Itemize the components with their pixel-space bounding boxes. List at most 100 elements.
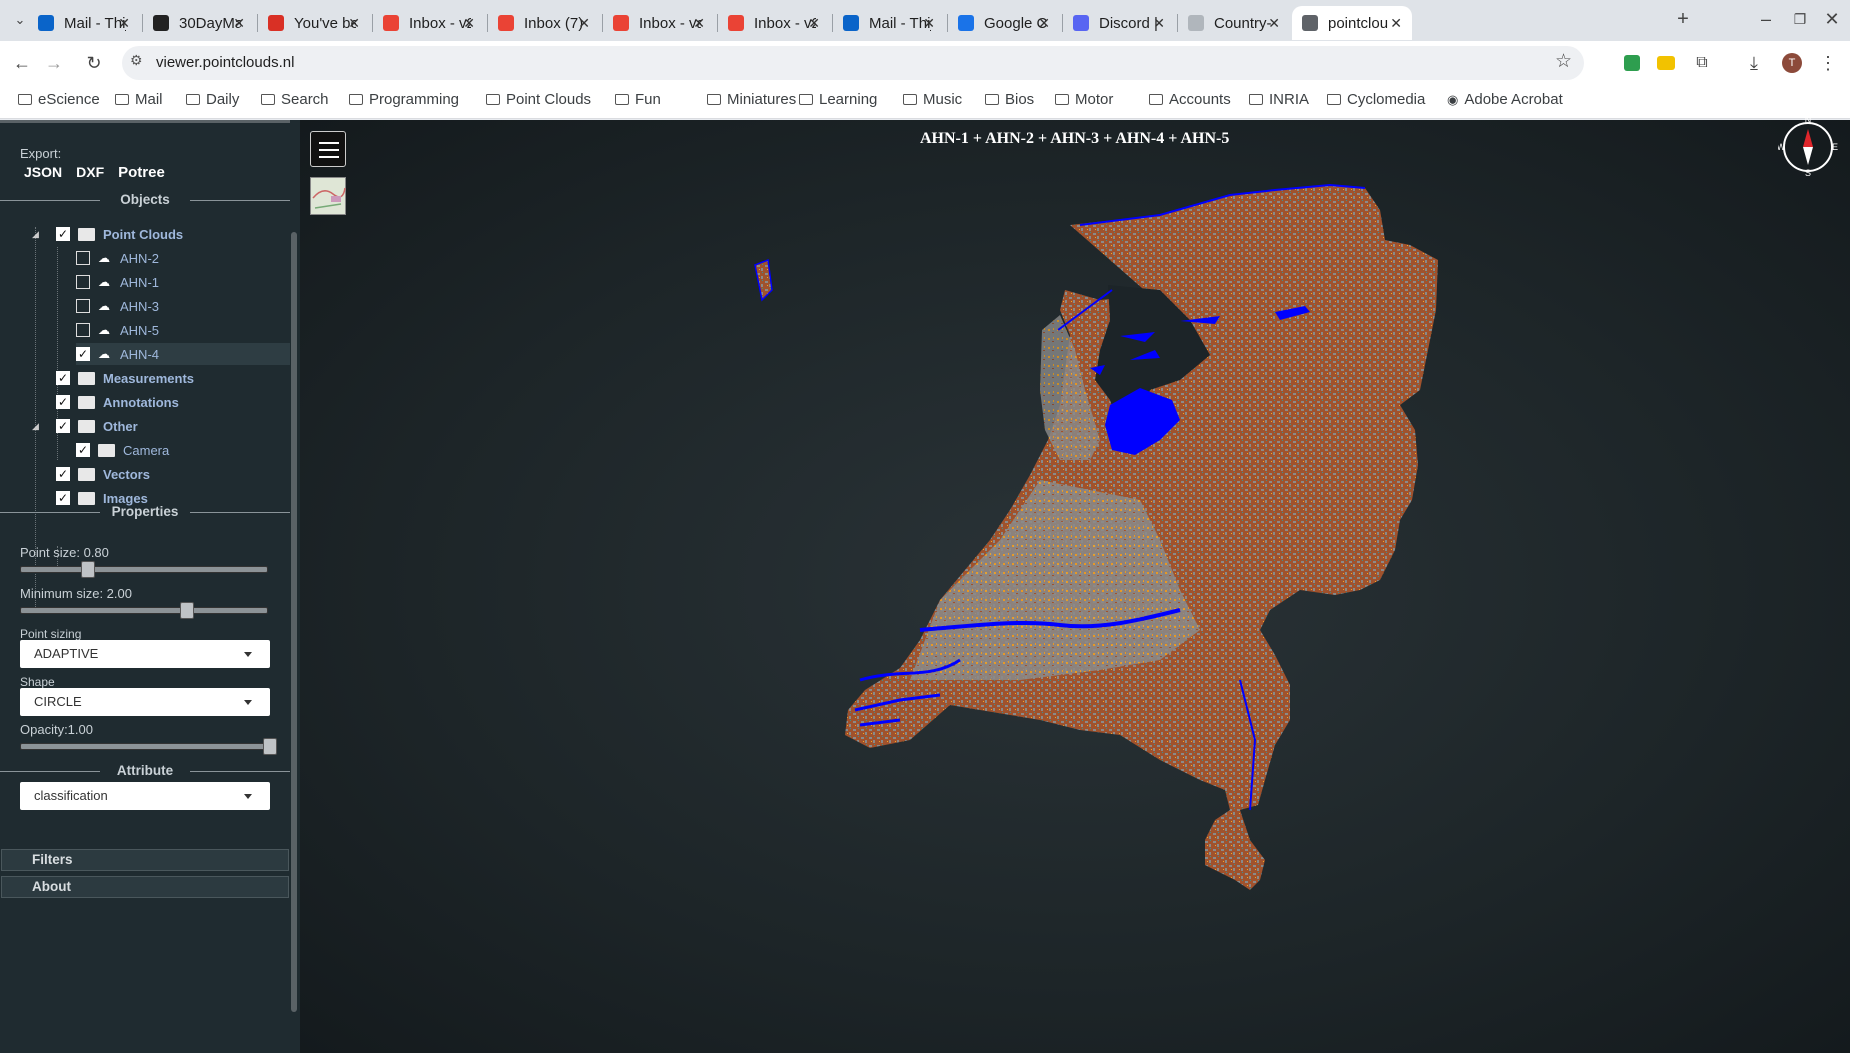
tree-label[interactable]: Point Clouds xyxy=(103,227,183,242)
bookmark-item[interactable]: Accounts xyxy=(1149,91,1231,108)
attribute-select[interactable]: classification xyxy=(20,782,270,810)
tree-cloud-item[interactable]: ☁ AHN-5 xyxy=(76,319,159,341)
tree-cloud-item[interactable]: ☁ AHN-2 xyxy=(76,247,159,269)
bookmark-star-icon[interactable]: ☆ xyxy=(1555,50,1572,73)
tab-close-icon[interactable]: ✕ xyxy=(1153,15,1165,32)
tree-label[interactable]: AHN-1 xyxy=(120,275,159,290)
visibility-checkbox[interactable]: ✓ xyxy=(56,371,70,385)
browser-tab[interactable]: Google Ca✕ xyxy=(948,6,1060,40)
browser-tab[interactable]: Discord | ✕ xyxy=(1063,6,1175,40)
tree-label[interactable]: Annotations xyxy=(103,395,179,410)
tree-label[interactable]: Measurements xyxy=(103,371,194,386)
tree-cloud-item[interactable]: ✓ ☁ AHN-4 xyxy=(76,343,290,365)
bookmark-item[interactable]: Search xyxy=(261,91,329,108)
opacity-slider[interactable] xyxy=(20,738,277,755)
tab-close-icon[interactable]: ✕ xyxy=(808,15,820,32)
extensions-puzzle-icon[interactable]: ⧉ xyxy=(1688,49,1716,77)
slider-knob[interactable] xyxy=(81,561,95,578)
export-dxf-link[interactable]: DXF xyxy=(76,164,104,181)
tab-close-icon[interactable]: ✕ xyxy=(1390,15,1402,32)
filters-section[interactable]: Filters xyxy=(1,849,289,871)
browser-menu-icon[interactable]: ⋮ xyxy=(1814,49,1842,77)
tab-close-icon[interactable]: ✕ xyxy=(1268,15,1280,32)
tree-vectors[interactable]: ✓ Vectors xyxy=(56,463,150,485)
browser-tab[interactable]: pointclou ✕ xyxy=(1292,6,1412,40)
bookmark-item[interactable]: Daily xyxy=(186,91,239,108)
browser-tab[interactable]: Inbox - v2 ✕ xyxy=(373,6,485,40)
browser-tab[interactable]: Inbox (7) ✕ xyxy=(488,6,600,40)
browser-tab[interactable]: Country- ✕ xyxy=(1178,6,1290,40)
tree-label[interactable]: Other xyxy=(103,419,138,434)
visibility-checkbox[interactable]: ✓ xyxy=(56,491,70,505)
tab-close-icon[interactable]: ✕ xyxy=(578,15,590,32)
export-potree-link[interactable]: Potree xyxy=(118,164,165,181)
visibility-checkbox[interactable]: ✓ xyxy=(76,347,90,361)
forward-icon[interactable]: → xyxy=(40,49,68,77)
browser-tab[interactable]: You've be ✕ xyxy=(258,6,370,40)
tree-measurements[interactable]: ✓ Measurements xyxy=(56,367,194,389)
point-sizing-select[interactable]: ADAPTIVE xyxy=(20,640,270,668)
browser-tab[interactable]: Inbox - va ✕ xyxy=(603,6,715,40)
browser-tab[interactable]: Mail - Thij ✕ xyxy=(833,6,945,40)
tree-annotations[interactable]: ✓ Annotations xyxy=(56,391,179,413)
sidebar-scrollbar[interactable] xyxy=(291,232,297,1012)
tree-camera[interactable]: ✓ Camera xyxy=(76,439,169,461)
browser-tab[interactable]: Mail - Thij ✕ xyxy=(28,6,140,40)
bookmark-item[interactable]: eScience xyxy=(18,91,100,108)
slider-knob[interactable] xyxy=(263,738,277,755)
bookmark-item[interactable]: INRIA xyxy=(1249,91,1309,108)
browser-tab[interactable]: Inbox - v2 ✕ xyxy=(718,6,830,40)
bookmark-item[interactable]: Bios xyxy=(985,91,1034,108)
address-bar[interactable]: ⚙ viewer.pointclouds.nl ☆ xyxy=(122,46,1584,80)
point-size-slider[interactable] xyxy=(20,561,268,578)
visibility-checkbox[interactable]: ✓ xyxy=(56,227,70,241)
tree-label[interactable]: AHN-2 xyxy=(120,251,159,266)
visibility-checkbox[interactable]: ✓ xyxy=(56,467,70,481)
about-section[interactable]: About xyxy=(1,876,289,898)
tree-label[interactable]: AHN-4 xyxy=(120,347,159,362)
shape-select[interactable]: CIRCLE xyxy=(20,688,270,716)
tree-point-clouds[interactable]: ◢ ✓ Point Clouds xyxy=(32,223,183,245)
tree-label[interactable]: Camera xyxy=(123,443,169,458)
tab-close-icon[interactable]: ✕ xyxy=(693,15,705,32)
bookmark-item[interactable]: Cyclomedia xyxy=(1327,91,1425,108)
restore-icon[interactable]: ❐ xyxy=(1786,5,1814,33)
back-icon[interactable]: ← xyxy=(8,49,36,77)
bookmark-item[interactable]: Miniatures xyxy=(707,91,796,108)
visibility-checkbox[interactable]: ✓ xyxy=(56,419,70,433)
tree-cloud-item[interactable]: ☁ AHN-3 xyxy=(76,295,159,317)
visibility-checkbox[interactable] xyxy=(76,251,90,265)
bookmark-item[interactable]: ◉ Adobe Acrobat xyxy=(1447,91,1563,108)
bookmark-item[interactable]: Music xyxy=(903,91,962,108)
tab-close-icon[interactable]: ✕ xyxy=(463,15,475,32)
tree-cloud-item[interactable]: ☁ AHN-1 xyxy=(76,271,159,293)
visibility-checkbox[interactable] xyxy=(76,275,90,289)
tab-close-icon[interactable]: ✕ xyxy=(118,15,130,32)
download-icon[interactable]: ⤓ xyxy=(1740,49,1768,77)
minimize-icon[interactable]: – xyxy=(1752,5,1780,33)
bookmark-item[interactable]: Point Clouds xyxy=(486,91,591,108)
reload-icon[interactable]: ↻ xyxy=(80,49,108,77)
extension-badge-icon[interactable] xyxy=(1618,49,1646,77)
visibility-checkbox[interactable]: ✓ xyxy=(56,395,70,409)
profile-avatar[interactable]: T xyxy=(1778,49,1806,77)
point-cloud-viewport[interactable]: AHN-1 + AHN-2 + AHN-3 + AHN-4 + AHN-5 N … xyxy=(300,117,1850,1053)
bookmark-item[interactable]: Programming xyxy=(349,91,459,108)
tab-close-icon[interactable]: ✕ xyxy=(1038,15,1050,32)
browser-tab[interactable]: 30DayMa ✕ xyxy=(143,6,255,40)
site-info-icon[interactable]: ⚙ xyxy=(130,52,143,69)
min-size-slider[interactable] xyxy=(20,602,268,619)
visibility-checkbox[interactable] xyxy=(76,323,90,337)
tree-other[interactable]: ◢ ✓ Other xyxy=(32,415,138,437)
tree-label[interactable]: AHN-3 xyxy=(120,299,159,314)
bookmark-item[interactable]: Mail xyxy=(115,91,163,108)
expand-toggle-icon[interactable]: ◢ xyxy=(32,229,39,240)
window-close-icon[interactable]: ✕ xyxy=(1818,5,1846,33)
tree-label[interactable]: AHN-5 xyxy=(120,323,159,338)
password-extension-icon[interactable] xyxy=(1652,49,1680,77)
tab-close-icon[interactable]: ✕ xyxy=(348,15,360,32)
bookmark-item[interactable]: Fun xyxy=(615,91,661,108)
expand-toggle-icon[interactable]: ◢ xyxy=(32,421,39,432)
visibility-checkbox[interactable]: ✓ xyxy=(76,443,90,457)
new-tab-plus-icon[interactable]: + xyxy=(1669,5,1697,33)
